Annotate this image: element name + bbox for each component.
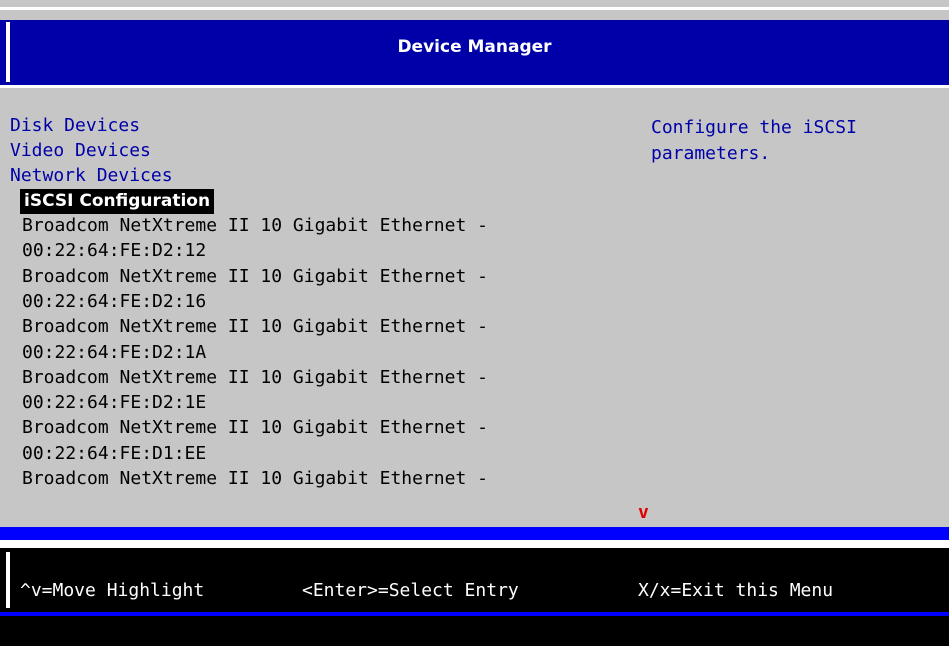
header-bar: Device Manager [0, 0, 949, 100]
page-title: Device Manager [397, 37, 552, 57]
menu-item-disk-devices[interactable]: Disk Devices [10, 114, 140, 138]
device-mac-line: 00:22:64:FE:D2:16 [22, 290, 207, 312]
header-bottom-rule [0, 85, 949, 88]
device-mac-line: 00:22:64:FE:D2:1E [22, 392, 207, 414]
device-name-line[interactable]: Broadcom NetXtreme II 10 Gigabit Etherne… [22, 265, 488, 289]
footer-exit-menu-hint: X/x=Exit this Menu [638, 580, 834, 601]
device-name-line[interactable]: Broadcom NetXtreme II 10 Gigabit Etherne… [22, 416, 488, 440]
scroll-down-indicator[interactable]: v [638, 502, 649, 523]
device-mac-line: 00:22:64:FE:D2:1A [22, 341, 207, 363]
device-name-line[interactable]: Broadcom NetXtreme II 10 Gigabit Etherne… [22, 366, 488, 390]
footer-select-entry-hint: <Enter>=Select Entry [302, 580, 519, 601]
device-mac-line: 00:22:64:FE:D2:12 [22, 240, 207, 262]
device-name-line[interactable]: Broadcom NetXtreme II 10 Gigabit Etherne… [22, 315, 488, 339]
menu-item-iscsi-configuration[interactable]: iSCSI Configuration [20, 189, 215, 214]
device-name-line[interactable]: Broadcom NetXtreme II 10 Gigabit Etherne… [22, 467, 488, 491]
footer-left-edge [6, 552, 10, 608]
footer-top-band [0, 527, 949, 540]
footer-mid-rule [0, 612, 949, 616]
menu-item-video-devices[interactable]: Video Devices [10, 139, 151, 163]
menu-item-network-devices[interactable]: Network Devices [10, 164, 173, 188]
footer-move-highlight-hint: ^v=Move Highlight [20, 580, 205, 601]
header-top-rule [0, 7, 949, 10]
device-name-line[interactable]: Broadcom NetXtreme II 10 Gigabit Etherne… [22, 214, 488, 238]
footer-top-rule [0, 540, 949, 548]
device-mac-line: 00:22:64:FE:D1:EE [22, 442, 207, 464]
help-text: Configure the iSCSI parameters. [651, 117, 857, 164]
